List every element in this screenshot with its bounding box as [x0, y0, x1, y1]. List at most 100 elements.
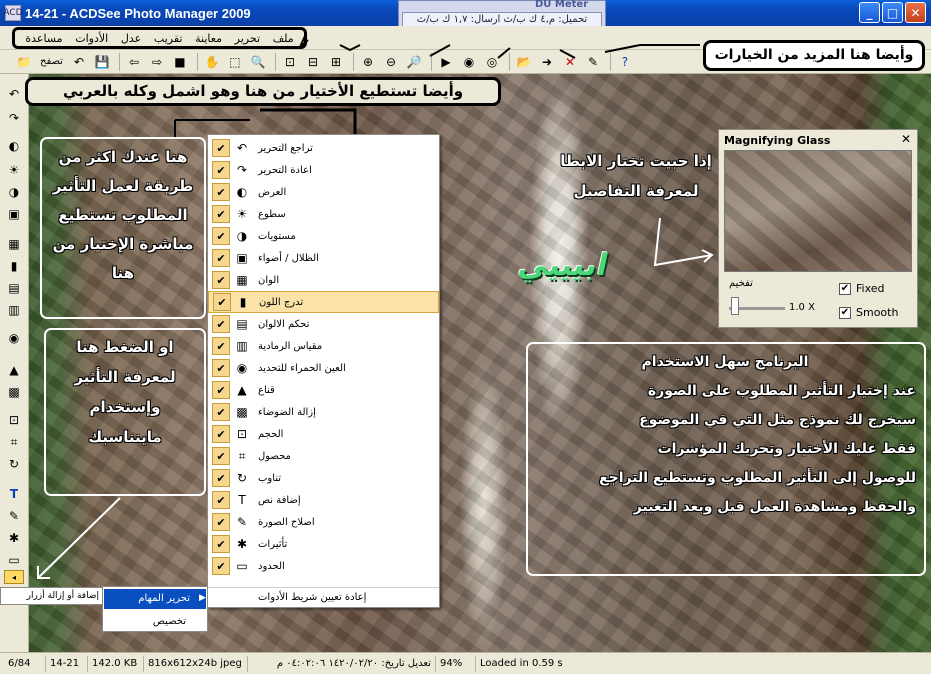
- menu-item-resize[interactable]: ✔ ⊡ الحجم: [208, 423, 439, 445]
- rotate-left-icon[interactable]: ↶: [69, 52, 89, 72]
- menu-item-color-control[interactable]: ✔ ▤ تحكم الالوان: [208, 313, 439, 335]
- toolbar-separator: [118, 52, 120, 71]
- help-icon[interactable]: ?: [615, 52, 635, 72]
- effects-icon[interactable]: ✱: [4, 528, 24, 548]
- zoom-in-icon[interactable]: ⊕: [358, 52, 378, 72]
- browse-icon[interactable]: 📁: [14, 52, 34, 72]
- redo-icon[interactable]: ↷: [4, 108, 24, 128]
- mask-icon[interactable]: ▲: [4, 360, 24, 380]
- properties-icon[interactable]: ✎: [583, 52, 603, 72]
- select-icon[interactable]: ⬚: [225, 52, 245, 72]
- acdsee-window: ACD 14-21 - ACDSee Photo Manager 2009 _ …: [0, 0, 931, 674]
- repair-icon[interactable]: ✎: [4, 506, 24, 526]
- menu-item-brightness[interactable]: ✔ ☀ سطوع: [208, 203, 439, 225]
- checkmark-icon: ✔: [212, 513, 230, 531]
- fit-width-icon[interactable]: ⊟: [303, 52, 323, 72]
- exposure-icon[interactable]: ◐: [4, 136, 24, 156]
- open-folder-icon[interactable]: 📂: [514, 52, 534, 72]
- menu-item-exposure[interactable]: ✔ ◐ العرض: [208, 181, 439, 203]
- crop-icon[interactable]: ⌗: [4, 432, 24, 452]
- menu-item-redo[interactable]: ✔ ↷ اعادة التحرير: [208, 159, 439, 181]
- menu-item-crop[interactable]: ✔ ⌗ محصول: [208, 445, 439, 467]
- menu-item-customize[interactable]: تخصيص: [104, 613, 206, 631]
- fit-icon[interactable]: ⊡: [280, 52, 300, 72]
- menu-item-color[interactable]: ✔ ▦ الوان: [208, 269, 439, 291]
- effects-icon: ✱: [236, 537, 248, 551]
- redo-icon: ↷: [236, 163, 248, 177]
- delete-icon[interactable]: ✕: [560, 52, 580, 72]
- menu-item-label: تراجع التحرير: [258, 142, 313, 154]
- menu-item-repair[interactable]: ✔ ✎ اصلاح الصورة: [208, 511, 439, 533]
- toolbar-options-chevron-icon[interactable]: ◂: [4, 570, 24, 584]
- menu-item-red-eye[interactable]: ✔ ◉ العين الحمراء للتحديد: [208, 357, 439, 379]
- forward-icon[interactable]: ⇨: [147, 52, 167, 72]
- menu-item-label: اصلاح الصورة: [258, 516, 315, 528]
- red-eye-icon[interactable]: ◉: [4, 328, 24, 348]
- color-control-icon[interactable]: ▤: [4, 278, 24, 298]
- magnifier-icon[interactable]: 🔍: [248, 52, 268, 72]
- color-icon[interactable]: ▦: [4, 234, 24, 254]
- menu-help[interactable]: مساعدة: [23, 32, 64, 45]
- levels-icon[interactable]: ◑: [4, 182, 24, 202]
- toolbar-items-menu[interactable]: ✔ ↶ تراجع التحرير ✔ ↷ اعادة التحرير ✔ ◐ العرض ✔ ☀ س…: [207, 134, 440, 608]
- app-icon[interactable]: ACD: [3, 5, 23, 21]
- checkmark-icon: ✔: [212, 337, 230, 355]
- menu-item-rotate[interactable]: ✔ ↻ تناوب: [208, 467, 439, 489]
- menu-item-reset-toolbar[interactable]: إعادة تعيين شريط الأدوات: [208, 587, 439, 607]
- wallpaper-icon[interactable]: ◉: [459, 52, 479, 72]
- zoom-icon[interactable]: 🔎: [404, 52, 424, 72]
- text-icon[interactable]: T: [4, 484, 24, 504]
- grayscale-icon[interactable]: ▥: [4, 300, 24, 320]
- annotation-choose-here: وأيضا تستطيع الأختيار من هنا وهو اشمل وك…: [25, 77, 501, 106]
- menu-item-noise[interactable]: ✔ ▩ إزالة الضوضاء: [208, 401, 439, 423]
- menu-item-grayscale[interactable]: ✔ ▥ مقياس الرمادية: [208, 335, 439, 357]
- annotation-line: فقط عليك الأختيار وتحريك المؤشرات: [657, 441, 916, 457]
- minimize-button[interactable]: _: [859, 2, 880, 23]
- save-icon[interactable]: 💾: [92, 52, 112, 72]
- menu-add-remove-buttons[interactable]: إضافة أو إزالة أزرار: [0, 587, 103, 605]
- brightness-icon[interactable]: ☀: [4, 160, 24, 180]
- shadows-icon[interactable]: ▣: [4, 204, 24, 224]
- rotate-icon[interactable]: ↻: [4, 454, 24, 474]
- stop-icon[interactable]: ■: [170, 52, 190, 72]
- menu-item-edit-tasks[interactable]: تحرير المهام: [104, 589, 206, 609]
- hand-icon[interactable]: ✋: [202, 52, 222, 72]
- actual-size-icon[interactable]: ⊞: [326, 52, 346, 72]
- menu-item-text[interactable]: ✔ T إضافة نص: [208, 489, 439, 511]
- undo-icon[interactable]: ↶: [4, 84, 24, 104]
- annotation-line: طريقة لعمل التأثير: [52, 177, 194, 195]
- zoom-slider-thumb[interactable]: [731, 297, 739, 315]
- slideshow-icon[interactable]: ▶: [436, 52, 456, 72]
- resize-icon[interactable]: ⊡: [4, 410, 24, 430]
- menu-tools[interactable]: الأدوات: [73, 32, 110, 45]
- menu-item-histogram[interactable]: ✔ ▮ تدرج اللون: [208, 291, 439, 313]
- edit-toolbar: ↶ ↷ ◐ ☀ ◑ ▣ ▦ ▮ ▤ ▥ ◉ ▲ ▩ ⊡ ⌗ ↻ T ✎ ✱ ▭ …: [0, 74, 29, 652]
- repair-icon: ✎: [236, 515, 248, 529]
- menu-item-levels[interactable]: ✔ ◑ مستويات: [208, 225, 439, 247]
- histogram-icon[interactable]: ▮: [4, 256, 24, 276]
- move-icon[interactable]: ➜: [537, 52, 557, 72]
- menu-item-shadows[interactable]: ✔ ▣ الظلال / أضواء: [208, 247, 439, 269]
- browse-button[interactable]: تصفح: [37, 52, 66, 72]
- fixed-checkbox[interactable]: ✔: [839, 283, 851, 295]
- zoom-out-icon[interactable]: ⊖: [381, 52, 401, 72]
- maximize-button[interactable]: □: [882, 2, 903, 23]
- green-decorative-text: ابيييي: [515, 248, 612, 283]
- noise-icon[interactable]: ▩: [4, 382, 24, 402]
- close-icon[interactable]: ✕: [901, 132, 911, 146]
- menu-item-effects[interactable]: ✔ ✱ تأثيرات: [208, 533, 439, 555]
- menu-edit[interactable]: عدل: [119, 32, 143, 45]
- menu-item-borders[interactable]: ✔ ▭ الحدود: [208, 555, 439, 577]
- close-button[interactable]: ✕: [905, 2, 926, 23]
- menu-item-undo[interactable]: ✔ ↶ تراجع التحرير: [208, 137, 439, 159]
- menu-zoom[interactable]: تقريب: [152, 32, 185, 45]
- menu-modify[interactable]: تحرير: [233, 32, 262, 45]
- borders-icon[interactable]: ▭: [4, 550, 24, 570]
- menu-item-mask[interactable]: ✔ ▲ قناع: [208, 379, 439, 401]
- info-icon[interactable]: ◎: [482, 52, 502, 72]
- smooth-checkbox[interactable]: ✔: [839, 307, 851, 319]
- menu-file[interactable]: ملف: [271, 32, 296, 45]
- text-icon: T: [238, 493, 246, 507]
- menu-view[interactable]: معاينة: [193, 32, 224, 45]
- back-icon[interactable]: ⇦: [124, 52, 144, 72]
